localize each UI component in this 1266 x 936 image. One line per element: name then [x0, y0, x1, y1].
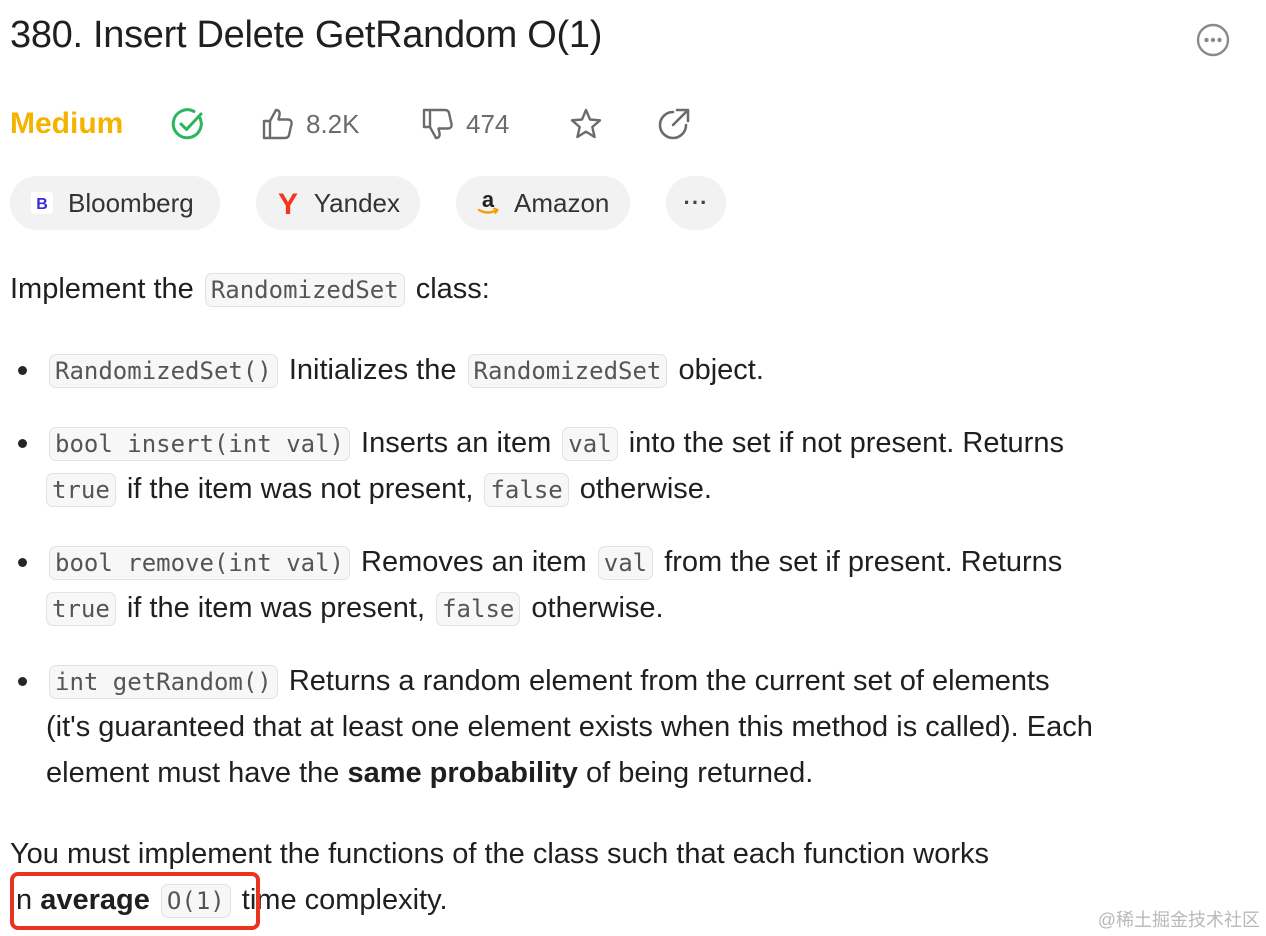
list-item-getrandom: int getRandom() Returns a random element…: [46, 658, 1050, 705]
yandex-logo-icon: Y: [274, 189, 302, 217]
bloomberg-logo-letter: B: [36, 196, 48, 213]
company-tag-yandex[interactable]: Y Yandex: [256, 176, 420, 230]
list-item-insert: bool insert(int val) Inserts an item val…: [46, 420, 1064, 467]
like-count: 8.2K: [306, 108, 360, 139]
problem-title: 380. Insert Delete GetRandom O(1): [10, 14, 603, 56]
closing-line-1: You must implement the functions of the …: [10, 838, 990, 870]
thumbs-down-icon: [422, 108, 453, 140]
bullet-dot: [18, 677, 27, 686]
company-tag-bloomberg[interactable]: B Bloomberg: [10, 176, 220, 230]
inline-code: int getRandom(): [49, 665, 278, 699]
difficulty-label: Medium: [10, 107, 124, 140]
favorite-button[interactable]: [568, 100, 604, 148]
intro-paragraph: Implement the RandomizedSet class:: [10, 273, 490, 307]
amazon-logo-letter: a: [482, 189, 495, 212]
thumbs-up-icon: [262, 108, 293, 140]
list-item-getrandom-line3: element must have the same probability o…: [46, 757, 814, 789]
more-tags-button[interactable]: ···: [666, 176, 726, 230]
amazon-logo-icon: a: [474, 189, 502, 217]
share-arrow-icon: [658, 108, 690, 140]
inline-code: false: [484, 473, 569, 507]
inline-code: true: [46, 473, 116, 507]
company-name: Yandex: [313, 187, 400, 218]
more-horizontal-circle-icon[interactable]: [1196, 23, 1230, 57]
red-highlight-annotation: [10, 872, 260, 930]
inline-code: val: [597, 546, 654, 580]
list-item-remove-cont: true if the item was present, false othe…: [46, 585, 664, 632]
share-button[interactable]: [656, 100, 692, 148]
star-icon: [570, 108, 602, 139]
dislike-count: 474: [466, 108, 510, 139]
company-name: Amazon: [514, 187, 610, 218]
yandex-logo-letter: Y: [278, 189, 298, 217]
bloomberg-logo-icon: B: [28, 189, 56, 217]
inline-code: false: [436, 592, 521, 626]
list-item-insert-cont: true if the item was not present, false …: [46, 466, 712, 513]
company-tag-amazon[interactable]: a Amazon: [456, 176, 630, 230]
inline-code: bool insert(int val): [49, 427, 350, 461]
like-button[interactable]: 8.2K: [260, 100, 360, 148]
check-circle-icon: [171, 108, 203, 140]
inline-code: RandomizedSet: [204, 273, 405, 307]
watermark: @稀土掘金技术社区: [1097, 910, 1260, 930]
inline-code: RandomizedSet(): [49, 354, 278, 388]
inline-code: true: [46, 592, 116, 626]
dislike-button[interactable]: 474: [420, 100, 509, 148]
inline-code: RandomizedSet: [467, 354, 668, 388]
solved-status: [170, 100, 206, 148]
bullet-dot: [18, 439, 27, 448]
inline-code: val: [562, 427, 618, 461]
list-item-getrandom-line2: (it's guaranteed that at least one eleme…: [46, 711, 1093, 743]
bullet-dot: [18, 558, 27, 567]
difficulty-badge: Medium: [10, 100, 123, 148]
company-name: Bloomberg: [68, 187, 194, 218]
inline-code: bool remove(int val): [49, 546, 350, 580]
list-item-remove: bool remove(int val) Removes an item val…: [46, 539, 1062, 586]
bullet-dot: [18, 366, 27, 375]
list-item-constructor: RandomizedSet() Initializes the Randomiz…: [46, 347, 764, 394]
more-tags-icon: ···: [683, 190, 709, 215]
